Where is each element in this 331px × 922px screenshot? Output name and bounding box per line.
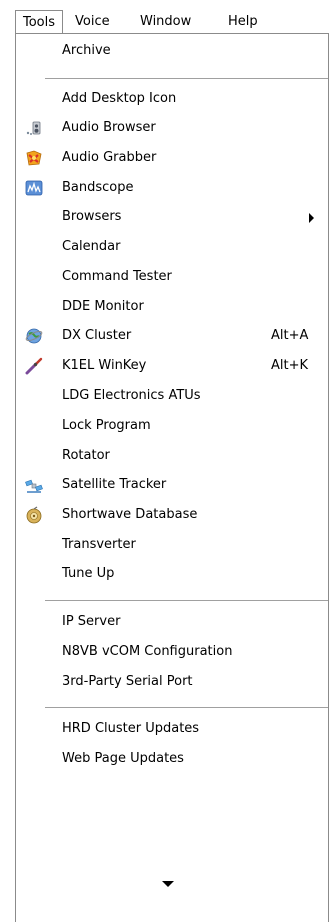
menu-item-third-party-serial-port[interactable]: 3rd-Party Serial Port — [16, 667, 328, 697]
menu-item-label: Bandscope — [62, 180, 134, 195]
globe-icon — [25, 327, 43, 345]
menu-item-label: Calendar — [62, 239, 121, 254]
menu-item-label: HRD Cluster Updates — [62, 721, 200, 736]
menu-item-label: Browsers — [62, 209, 122, 224]
menu-item-dde-monitor[interactable]: DDE Monitor — [16, 292, 328, 322]
menu-item-label: DDE Monitor — [62, 299, 144, 314]
menu-item-label: Rotator — [62, 448, 110, 463]
menu-item-label: Tune Up — [62, 566, 115, 581]
menu-item-label: Transverter — [62, 537, 136, 552]
menu-item-shortwave-database[interactable]: Shortwave Database — [16, 500, 328, 530]
menu-item-add-desktop-icon[interactable]: Add Desktop Icon — [16, 84, 328, 114]
menu-item-label: Audio Browser — [62, 120, 156, 135]
menu-item-n8vb-vcom[interactable]: N8VB vCOM Configuration — [16, 637, 328, 667]
menu-item-ip-server[interactable]: IP Server — [16, 607, 328, 637]
menubar-tools[interactable]: Tools — [15, 10, 64, 34]
key-paddle-icon — [25, 357, 43, 375]
menu-item-label: Add Desktop Icon — [62, 91, 177, 106]
menu-item-audio-browser[interactable]: Audio Browser — [16, 113, 328, 143]
menu-separator — [45, 78, 328, 80]
spectrum-icon — [25, 179, 43, 197]
menu-item-k1el-winkey[interactable]: K1EL WinKey Alt+K — [16, 351, 328, 381]
menu-item-label: K1EL WinKey — [62, 358, 147, 373]
speaker-icon — [25, 119, 43, 137]
menu-item-rotator[interactable]: Rotator — [16, 441, 328, 471]
menu-item-label: Web Page Updates — [62, 751, 184, 766]
menu-item-lock-program[interactable]: Lock Program — [16, 411, 328, 441]
menu-item-label: N8VB vCOM Configuration — [62, 644, 233, 659]
menu-bar: Tools Voice Window Help — [0, 0, 331, 34]
menu-item-label: Satellite Tracker — [62, 477, 167, 492]
menu-item-calendar[interactable]: Calendar — [16, 232, 328, 262]
menu-item-label: LDG Electronics ATUs — [62, 388, 201, 403]
expand-menu-chevron-icon[interactable] — [162, 881, 174, 887]
menu-item-satellite-tracker[interactable]: Satellite Tracker — [16, 470, 328, 500]
menu-item-label: DX Cluster — [62, 328, 132, 343]
shortcut-label: Alt+K — [271, 358, 309, 373]
menu-item-label: IP Server — [62, 614, 121, 629]
tools-menu: Archive Add Desktop Icon Audio Browser A… — [15, 33, 329, 922]
menu-separator — [45, 600, 328, 602]
menu-item-web-page-updates[interactable]: Web Page Updates — [16, 744, 328, 774]
menu-item-command-tester[interactable]: Command Tester — [16, 262, 328, 292]
grabber-icon — [25, 149, 43, 167]
menu-item-hrd-cluster-updates[interactable]: HRD Cluster Updates — [16, 714, 328, 744]
radio-icon — [25, 506, 43, 524]
menu-item-dx-cluster[interactable]: DX Cluster Alt+A — [16, 321, 328, 351]
menu-item-label: Audio Grabber — [62, 150, 157, 165]
menu-item-label: Command Tester — [62, 269, 172, 284]
menu-item-archive[interactable]: Archive — [16, 36, 328, 66]
menu-item-ldg-atus[interactable]: LDG Electronics ATUs — [16, 381, 328, 411]
menubar-voice[interactable]: Voice — [75, 11, 110, 33]
menu-item-browsers[interactable]: Browsers — [16, 202, 328, 232]
menubar-help[interactable]: Help — [228, 11, 258, 33]
menu-item-audio-grabber[interactable]: Audio Grabber — [16, 143, 328, 173]
menu-item-transverter[interactable]: Transverter — [16, 530, 328, 560]
menu-item-tune-up[interactable]: Tune Up — [16, 559, 328, 589]
shortcut-label: Alt+A — [271, 328, 309, 343]
menu-item-label: 3rd-Party Serial Port — [62, 674, 193, 689]
menu-separator — [45, 707, 328, 709]
menubar-window[interactable]: Window — [140, 11, 191, 33]
menu-item-label: Shortwave Database — [62, 507, 198, 522]
menu-item-label: Archive — [62, 43, 111, 58]
submenu-arrow-icon — [309, 213, 314, 223]
menu-item-label: Lock Program — [62, 418, 151, 433]
satellite-icon — [25, 476, 43, 494]
menu-item-bandscope[interactable]: Bandscope — [16, 173, 328, 203]
